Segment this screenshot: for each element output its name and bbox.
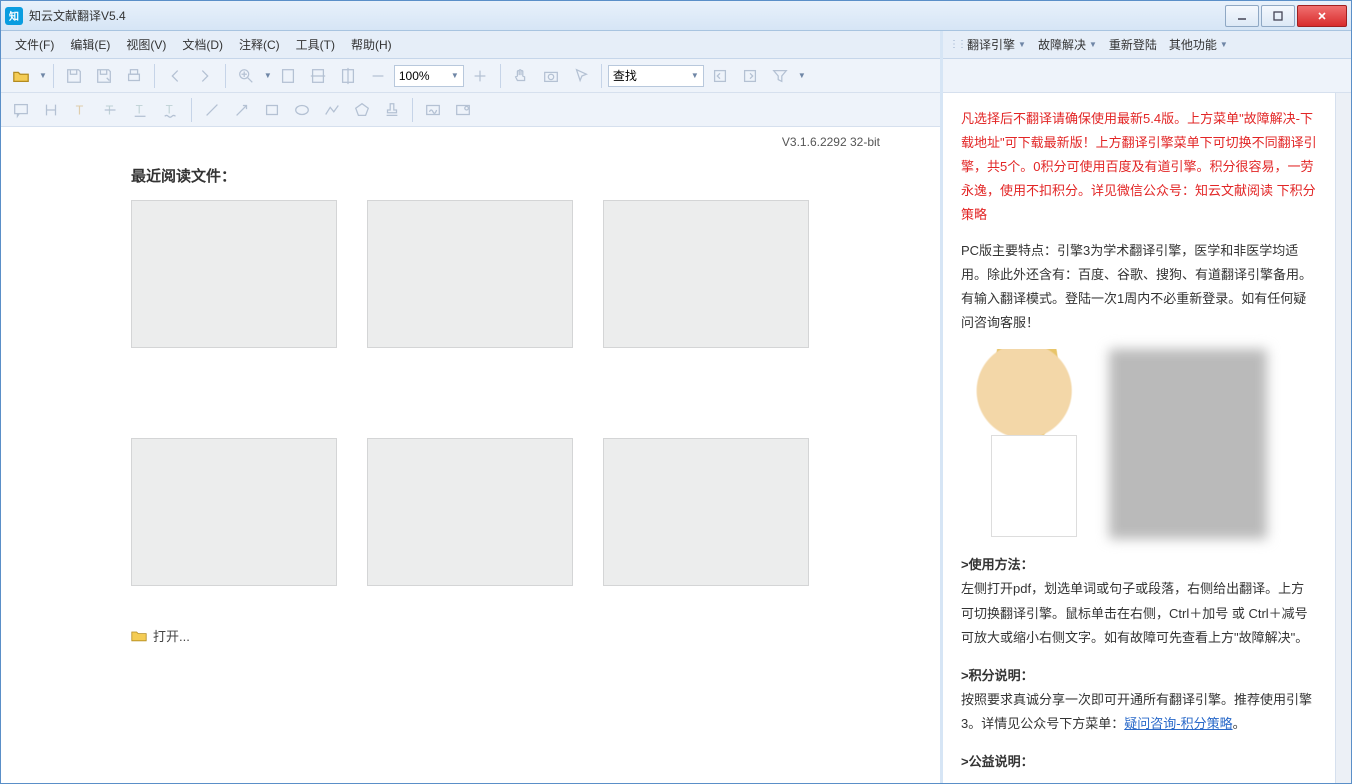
print-button	[120, 62, 148, 90]
save-as-button	[90, 62, 118, 90]
polygon-button	[348, 96, 376, 124]
features-text: PC版主要特点：引擎3为学术翻译引擎，医学和非医学均适用。除此外还含有：百度、谷…	[961, 239, 1317, 335]
info-panel: 凡选择后不翻译请确保使用最新5.4版。上方菜单"故障解决-下载地址"可下载最新版…	[943, 93, 1335, 783]
filter-dropdown[interactable]: ▼	[798, 71, 806, 80]
polyline-button	[318, 96, 346, 124]
underline-button: T	[127, 96, 155, 124]
qr-section	[973, 349, 1317, 539]
menu-file[interactable]: 文件(F)	[7, 32, 62, 57]
toolbar-main: ▼ ▼ 100%▼	[1, 59, 940, 93]
next-page-button	[191, 62, 219, 90]
save-button	[60, 62, 88, 90]
menu-edit[interactable]: 编辑(E)	[62, 32, 118, 57]
menu-comment[interactable]: 注释(C)	[231, 32, 288, 57]
fit-page-button	[274, 62, 302, 90]
stamp-button	[378, 96, 406, 124]
highlight-button: T	[67, 96, 95, 124]
select-tool-button	[567, 62, 595, 90]
zoom-in-button	[232, 62, 260, 90]
recent-file-thumb[interactable]	[603, 438, 809, 586]
recent-file-thumb[interactable]	[367, 200, 573, 348]
close-button[interactable]	[1297, 5, 1347, 27]
menu-relogin[interactable]: 重新登陆	[1103, 32, 1163, 57]
translation-pane: ⋮⋮ 翻译引擎▼ 故障解决▼ 重新登陆 其他功能▼ 凡选择后不翻译请确保使用最新…	[943, 31, 1351, 783]
open-dropdown[interactable]: ▼	[39, 71, 47, 80]
fit-height-button	[334, 62, 362, 90]
svg-text:T: T	[166, 103, 173, 116]
svg-text:T: T	[136, 103, 143, 116]
menu-document[interactable]: 文档(D)	[174, 32, 231, 57]
ellipse-button	[288, 96, 316, 124]
usage-title: >使用方法：	[961, 553, 1317, 577]
vertical-scrollbar[interactable]	[1335, 93, 1351, 783]
line-button	[198, 96, 226, 124]
menu-engine[interactable]: 翻译引擎▼	[961, 32, 1032, 57]
points-link[interactable]: 疑问咨询-积分策略	[1124, 716, 1232, 731]
menu-other[interactable]: 其他功能▼	[1163, 32, 1234, 57]
search-prev-button	[706, 62, 734, 90]
person-image	[973, 349, 1101, 539]
recent-files-title: 最近阅读文件：	[131, 165, 900, 186]
strikeout-button: T	[97, 96, 125, 124]
svg-text:T: T	[76, 103, 84, 117]
menu-view[interactable]: 视图(V)	[118, 32, 174, 57]
snapshot-button	[537, 62, 565, 90]
attach-button	[449, 96, 477, 124]
points-title: >积分说明：	[961, 664, 1317, 688]
app-icon: 知	[5, 7, 23, 25]
search-box[interactable]: 查找▼	[608, 65, 704, 87]
prev-page-button	[161, 62, 189, 90]
note-button	[7, 96, 35, 124]
rect-button	[258, 96, 286, 124]
zoom-in-dropdown[interactable]: ▼	[264, 71, 272, 80]
right-menubar: ⋮⋮ 翻译引擎▼ 故障解决▼ 重新登陆 其他功能▼	[943, 31, 1351, 59]
zoom-select[interactable]: 100%▼	[394, 65, 464, 87]
version-label: V3.1.6.2292 32-bit	[782, 135, 880, 149]
filter-button	[766, 62, 794, 90]
fit-width-button	[304, 62, 332, 90]
open-button[interactable]	[7, 62, 35, 90]
open-file-link[interactable]: 打开...	[131, 626, 900, 645]
titlebar: 知 知云文献翻译V5.4	[1, 1, 1351, 31]
squiggly-button: T	[157, 96, 185, 124]
menu-help[interactable]: 帮助(H)	[343, 32, 400, 57]
recent-file-thumb[interactable]	[367, 438, 573, 586]
search-next-button	[736, 62, 764, 90]
arrow-button	[228, 96, 256, 124]
minimize-button[interactable]	[1225, 5, 1259, 27]
grip-icon: ⋮⋮	[949, 39, 957, 50]
recent-file-thumb[interactable]	[131, 438, 337, 586]
charity-title: >公益说明：	[961, 750, 1317, 774]
content-area: V3.1.6.2292 32-bit 最近阅读文件： 打开...	[1, 127, 940, 783]
document-pane: 文件(F) 编辑(E) 视图(V) 文档(D) 注释(C) 工具(T) 帮助(H…	[1, 31, 943, 783]
recent-files-grid	[131, 200, 900, 586]
notice-text: 凡选择后不翻译请确保使用最新5.4版。上方菜单"故障解决-下载地址"可下载最新版…	[961, 107, 1317, 227]
text-select-button	[37, 96, 65, 124]
menubar: 文件(F) 编辑(E) 视图(V) 文档(D) 注释(C) 工具(T) 帮助(H…	[1, 31, 940, 59]
menu-tools[interactable]: 工具(T)	[288, 32, 343, 57]
folder-icon	[131, 629, 147, 643]
window-title: 知云文献翻译V5.4	[29, 7, 1223, 24]
menu-troubleshoot[interactable]: 故障解决▼	[1032, 32, 1103, 57]
open-file-label: 打开...	[153, 626, 190, 645]
qr-code-image	[1109, 349, 1267, 539]
right-toolbar-spacer	[943, 59, 1351, 93]
maximize-button[interactable]	[1261, 5, 1295, 27]
recent-file-thumb[interactable]	[131, 200, 337, 348]
usage-text: 左侧打开pdf，划选单词或句子或段落，右侧给出翻译。上方可切换翻译引擎。鼠标单击…	[961, 577, 1317, 649]
sign-button	[419, 96, 447, 124]
zoom-out-minus-button	[364, 62, 392, 90]
toolbar-annotate: T T T T	[1, 93, 940, 127]
hand-tool-button	[507, 62, 535, 90]
zoom-in-plus-button	[466, 62, 494, 90]
points-text: 按照要求真诚分享一次即可开通所有翻译引擎。推荐使用引擎3。详情见公众号下方菜单：…	[961, 688, 1317, 736]
recent-file-thumb[interactable]	[603, 200, 809, 348]
